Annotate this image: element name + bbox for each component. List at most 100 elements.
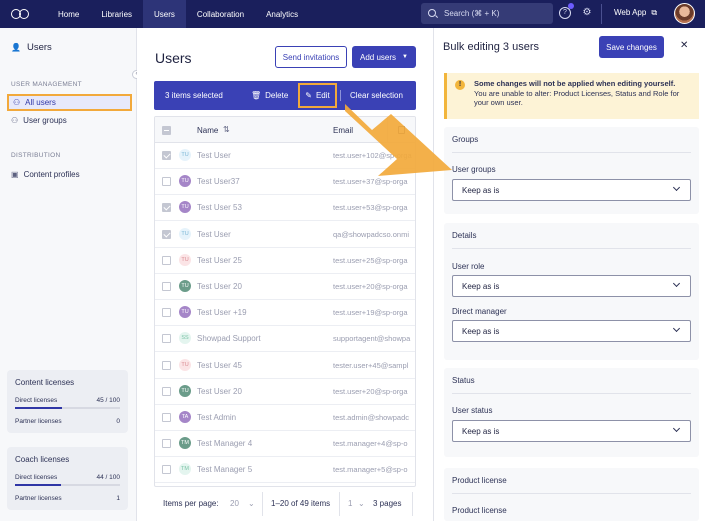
avatar[interactable] xyxy=(674,3,695,24)
search-input[interactable]: Search (⌘ + K) xyxy=(421,3,553,24)
user-name[interactable]: Test User 20 xyxy=(197,387,242,396)
avatar: TU xyxy=(179,384,191,397)
table-row[interactable]: TM Test Manager 4 test.manager+4@sp-o xyxy=(155,431,415,458)
showpad-logo-icon[interactable] xyxy=(11,9,29,19)
panel-title: Bulk editing 3 users xyxy=(443,41,539,53)
row-checkbox[interactable] xyxy=(162,151,171,160)
user-name[interactable]: Test User 25 xyxy=(197,256,242,265)
sort-icon[interactable]: ⇅ xyxy=(223,125,230,134)
user-role-select[interactable]: Keep as is xyxy=(452,275,691,297)
user-email: test.user+20@sp-orga xyxy=(333,282,408,291)
edit-button[interactable]: ✎ Edit xyxy=(298,83,337,108)
partner-licenses-value: 0 xyxy=(116,418,120,425)
sidebar-item-label: All users xyxy=(25,98,56,107)
save-changes-button[interactable]: Save changes xyxy=(599,36,664,58)
table-row[interactable]: TU Test User 45 tester.user+45@sampl xyxy=(155,353,415,379)
status-heading: Status xyxy=(452,376,475,385)
send-invitations-button[interactable]: Send invitations xyxy=(275,46,347,68)
user-status-label: User status xyxy=(452,406,493,415)
nav-link-users[interactable]: Users xyxy=(143,0,186,28)
table-row[interactable]: TU Test User 53 test.user+53@sp-orga xyxy=(155,195,415,222)
table-row[interactable]: TU Test User 20 test.user+20@sp-orga xyxy=(155,379,415,405)
table-row[interactable]: TU Test User37 test.user+37@sp-orga xyxy=(155,169,415,196)
product-license-card: Product license Product license xyxy=(444,468,699,521)
card-divider xyxy=(452,152,691,153)
edit-label: Edit xyxy=(315,91,330,100)
user-name[interactable]: Test Admin xyxy=(197,413,236,422)
select-all-checkbox[interactable] xyxy=(162,126,171,135)
sidebar-item-content-profiles[interactable]: ▣ Content profiles xyxy=(11,170,80,179)
add-users-button[interactable]: Add users ▼ xyxy=(352,46,416,68)
column-email[interactable]: Email xyxy=(333,126,353,135)
bulk-divider xyxy=(340,90,341,101)
table-row[interactable]: TA Test Admin test.admin@showpadc xyxy=(155,405,415,431)
nav-link-analytics[interactable]: Analytics xyxy=(255,0,309,28)
user-name[interactable]: Showpad Support xyxy=(197,334,261,343)
table-row[interactable]: TU Test User 25 test.user+25@sp-orga xyxy=(155,248,415,274)
user-name[interactable]: Test Manager 5 xyxy=(197,465,252,474)
row-checkbox[interactable] xyxy=(162,360,171,370)
row-checkbox[interactable] xyxy=(162,386,171,396)
row-checkbox[interactable] xyxy=(162,229,171,239)
user-name[interactable]: Test User 20 xyxy=(197,282,242,291)
user-email: qa@showpadcso.onmi xyxy=(333,229,409,239)
user-email: test.user+102@sp-orga xyxy=(333,151,412,160)
nav-divider xyxy=(601,4,602,24)
row-checkbox[interactable] xyxy=(162,413,171,422)
table-row[interactable]: SS Showpad Support supportagent@showpa xyxy=(155,326,415,353)
clear-selection-button[interactable]: Clear selection xyxy=(350,81,403,110)
page-select[interactable]: 1 xyxy=(348,499,352,508)
user-name[interactable]: Test User37 xyxy=(197,177,240,186)
row-checkbox[interactable] xyxy=(162,203,171,213)
row-checkbox[interactable] xyxy=(162,334,171,344)
direct-licenses-label: Direct licenses xyxy=(15,397,58,404)
table-row[interactable]: TU Test User 20 test.user+20@sp-orga xyxy=(155,274,415,300)
selected-count: 3 items selected xyxy=(165,91,223,100)
row-checkbox[interactable] xyxy=(162,465,171,475)
sidebar-title-label: Users xyxy=(26,42,52,53)
direct-licenses-bar xyxy=(15,484,120,486)
main-content: Users Send invitations Add users ▼ 3 ite… xyxy=(137,28,433,521)
user-email: test.user+25@sp-orga xyxy=(333,255,408,265)
user-name[interactable]: Test User xyxy=(197,230,231,239)
items-per-page-label: Items per page: xyxy=(163,499,219,508)
items-per-page-select[interactable]: 20 xyxy=(230,499,239,508)
user-email: test.user+37@sp-orga xyxy=(333,177,408,187)
direct-licenses-label: Direct licenses xyxy=(15,474,58,481)
sidebar-item-user-groups[interactable]: ⚇ User groups xyxy=(11,116,67,125)
row-checkbox[interactable] xyxy=(162,282,171,291)
user-status-select[interactable]: Keep as is xyxy=(452,420,691,442)
avatar: TU xyxy=(179,280,191,292)
user-groups-select[interactable]: Keep as is xyxy=(452,179,691,201)
close-icon[interactable]: ✕ xyxy=(680,40,688,51)
row-checkbox[interactable] xyxy=(162,177,171,187)
column-settings-icon[interactable] xyxy=(398,126,405,134)
table-row[interactable]: TU Test User test.user+102@sp-orga xyxy=(155,143,415,169)
nav-link-collaboration[interactable]: Collaboration xyxy=(186,0,255,28)
row-checkbox[interactable] xyxy=(162,439,171,449)
user-name[interactable]: Test User +19 xyxy=(197,308,247,317)
direct-manager-select[interactable]: Keep as is xyxy=(452,320,691,342)
delete-button[interactable]: 🗑 Delete xyxy=(251,81,288,110)
user-name[interactable]: Test User xyxy=(197,151,231,160)
table-header: Name ⇅ Email xyxy=(155,117,415,143)
table-row[interactable]: TU Test User qa@showpadcso.onmi xyxy=(155,222,415,248)
row-checkbox[interactable] xyxy=(162,308,171,318)
row-checkbox[interactable] xyxy=(162,255,171,265)
table-row[interactable]: TM Test Manager 5 test.manager+5@sp-o xyxy=(155,457,415,484)
user-name[interactable]: Test User 45 xyxy=(197,361,242,370)
nav-link-libraries[interactable]: Libraries xyxy=(90,0,143,28)
table-row[interactable]: TU Test User +19 test.user+19@sp-orga xyxy=(155,300,415,327)
web-app-link[interactable]: Web App ⧉ xyxy=(614,8,657,18)
gear-icon[interactable]: ⚙ xyxy=(581,7,593,19)
user-name[interactable]: Test User 53 xyxy=(197,203,242,212)
user-name[interactable]: Test Manager 4 xyxy=(197,439,252,448)
column-name[interactable]: Name xyxy=(197,126,218,135)
partner-licenses-label: Partner licenses xyxy=(15,418,62,425)
user-email: tester.user+45@sampl xyxy=(333,360,409,370)
user-role-value: Keep as is xyxy=(462,281,500,291)
sidebar-item-all-users[interactable]: ⚇ All users xyxy=(7,94,132,111)
nav-link-home[interactable]: Home xyxy=(47,0,90,28)
pager-divider xyxy=(412,492,413,516)
caret-down-icon: ▼ xyxy=(402,54,408,60)
